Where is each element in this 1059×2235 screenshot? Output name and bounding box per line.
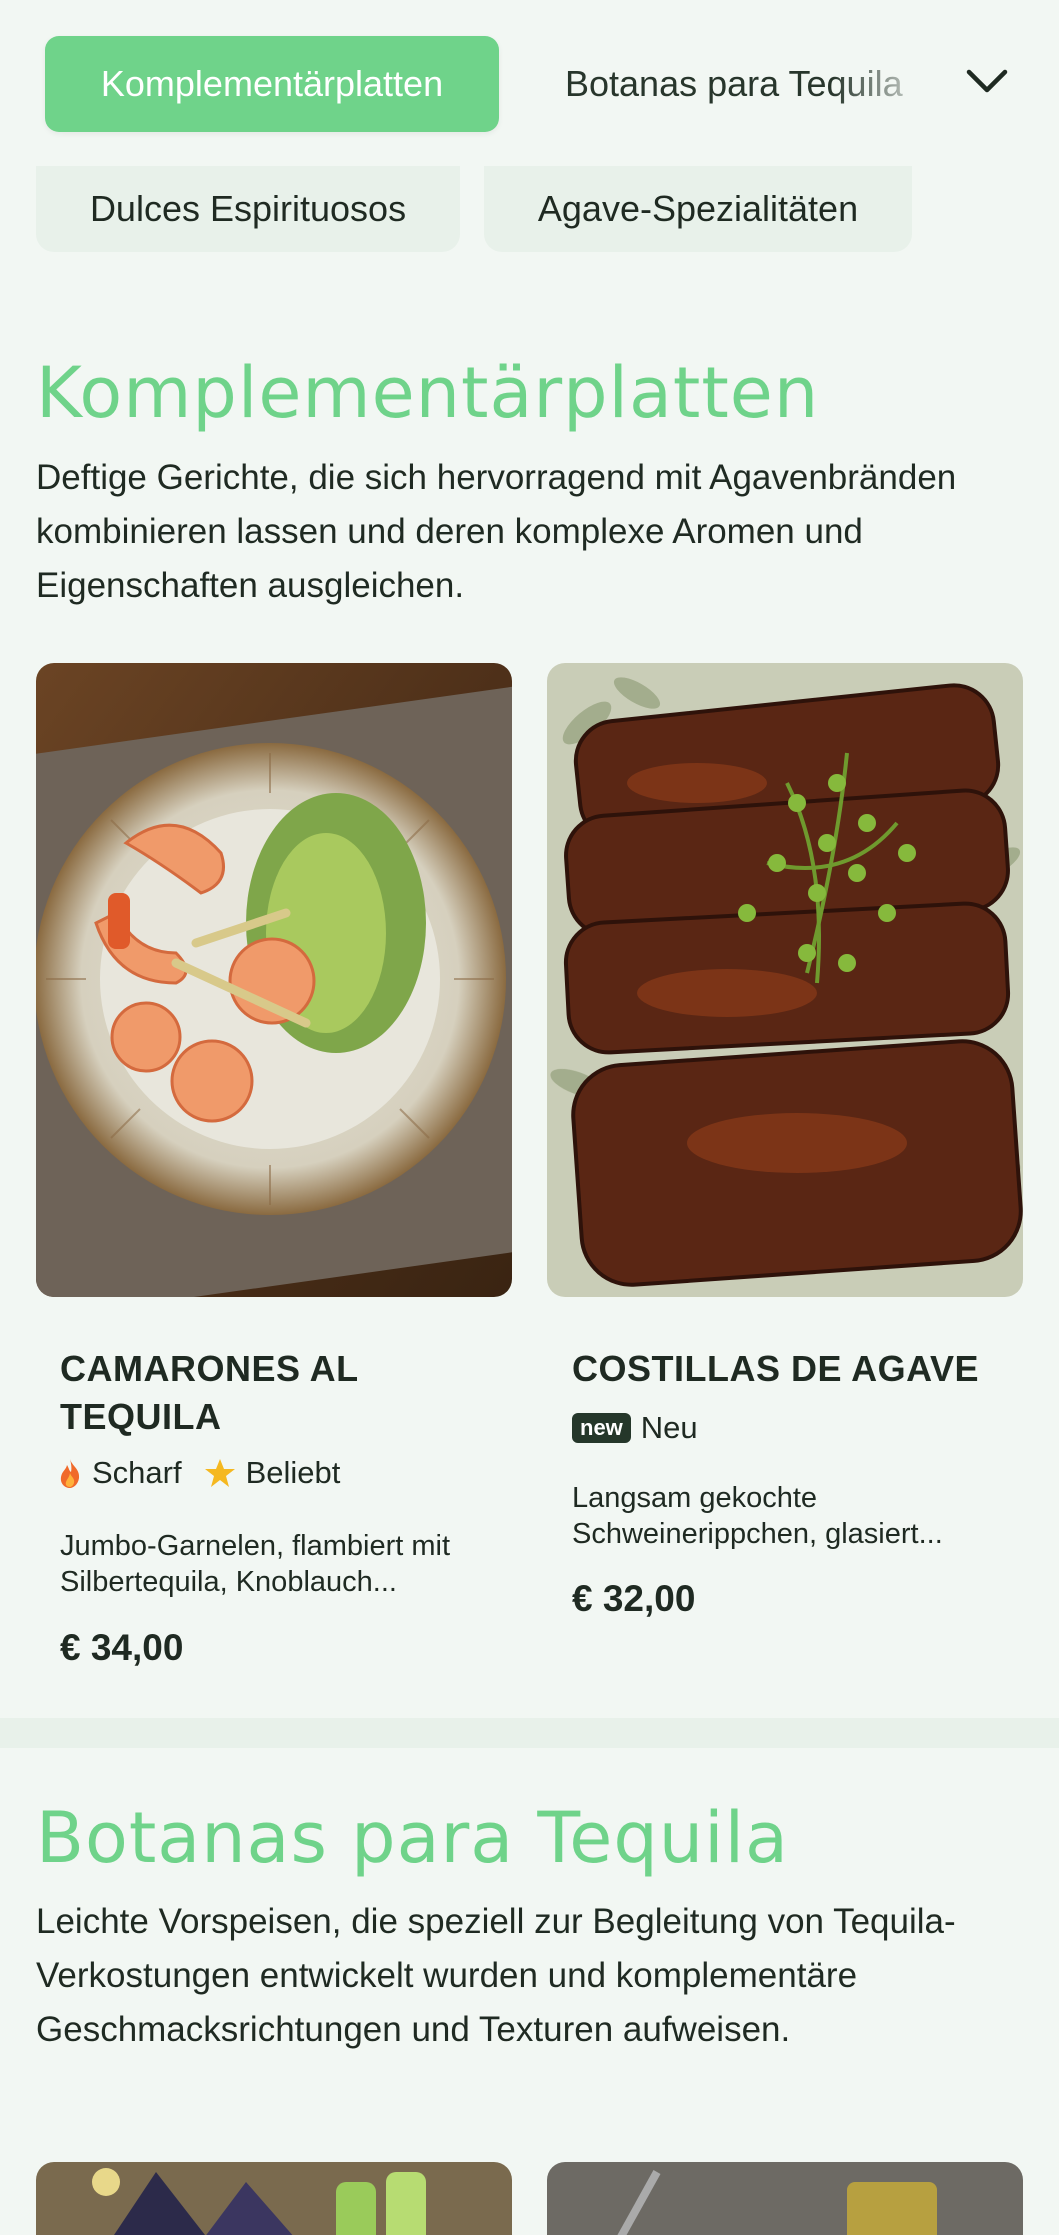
category-pill-dulces[interactable]: Dulces Espirituosos	[36, 166, 460, 252]
item-description: Langsam gekochte Schweinerippchen, glasi…	[572, 1482, 943, 1550]
tag-label: Scharf	[92, 1455, 182, 1490]
tag-spicy: Scharf	[58, 1455, 182, 1491]
category-nav: Komplementärplatten Botanas para Tequila	[0, 0, 1059, 168]
tag-label: Beliebt	[245, 1455, 341, 1490]
nachos-photo[interactable]	[36, 2162, 512, 2235]
category-pill-botanas[interactable]: Botanas para Tequila	[565, 56, 937, 112]
chevron-down-icon[interactable]	[963, 58, 1011, 106]
item-name: COSTILLAS DE AGAVE	[572, 1348, 980, 1389]
section-description: Leichte Vorspeisen, die speziell zur Beg…	[36, 1902, 956, 2049]
item-price: € 32,00	[572, 1578, 696, 1619]
section-title: Botanas para Tequila	[36, 1797, 789, 1879]
star-icon	[204, 1459, 235, 1487]
section-divider	[0, 1718, 1059, 1748]
item-tags: new Neu	[572, 1410, 698, 1446]
category-pill-agave[interactable]: Agave-Spezialitäten	[484, 166, 912, 252]
section-description: Deftige Gerichte, die sich hervorragend …	[36, 458, 957, 605]
item-price: € 34,00	[60, 1627, 184, 1668]
new-badge: new	[572, 1413, 631, 1443]
glazed-ribs-photo[interactable]	[547, 663, 1023, 1297]
tag-popular: Beliebt	[204, 1455, 341, 1491]
item-name: CAMARONES AL TEQUILA	[60, 1348, 359, 1437]
shrimp-plate-photo[interactable]	[36, 663, 512, 1297]
tag-label: Neu	[640, 1410, 698, 1445]
fire-icon	[60, 1459, 80, 1488]
tequila-glass-photo[interactable]	[547, 2162, 1023, 2235]
item-tags: Scharf Beliebt	[58, 1455, 352, 1491]
section-title: Komplementärplatten	[36, 352, 820, 434]
item-description: Jumbo-Garnelen, flambiert mit Silbertequ…	[60, 1530, 451, 1598]
category-pill-active[interactable]: Komplementärplatten	[45, 36, 499, 132]
